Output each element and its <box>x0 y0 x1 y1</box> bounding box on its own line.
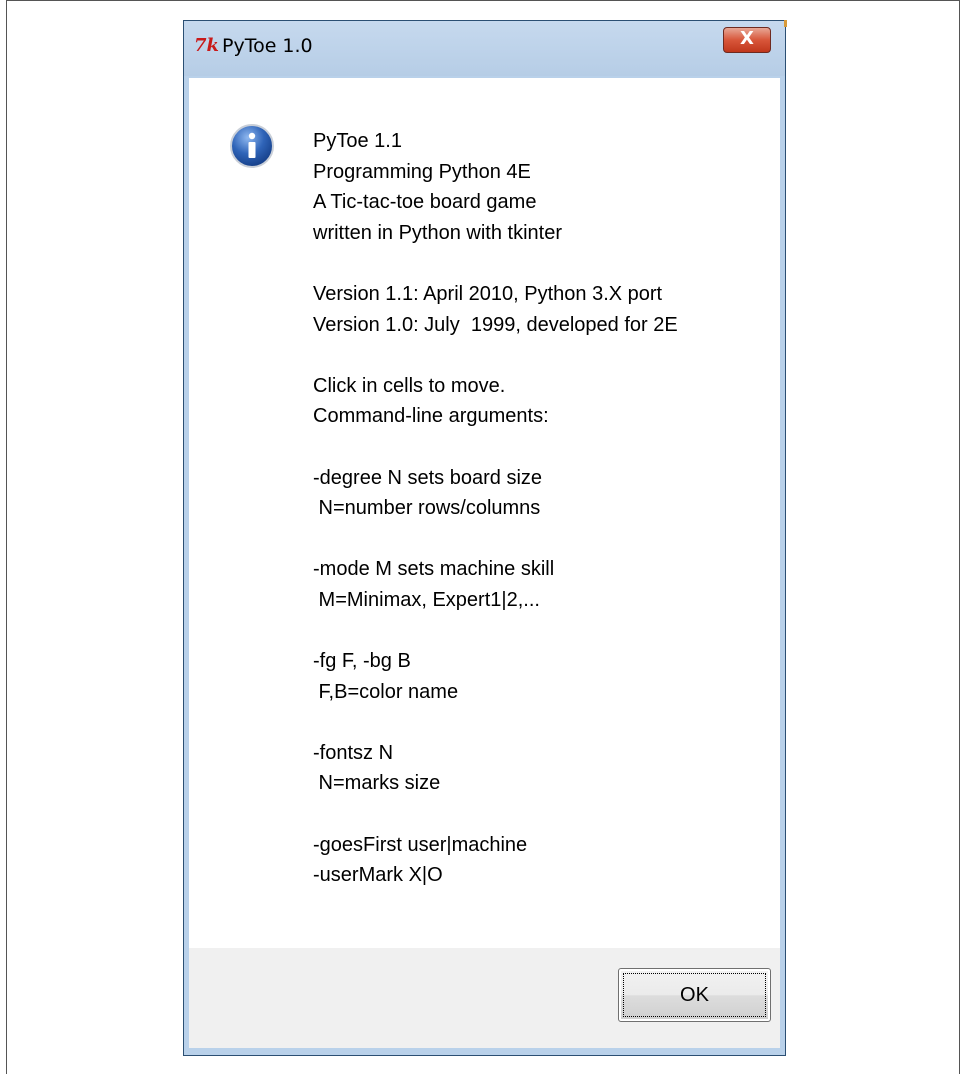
message-line: -userMark X|O <box>313 864 443 887</box>
message-line: A Tic-tac-toe board game <box>313 191 537 214</box>
message-line: M=Minimax, Expert1|2,... <box>313 588 540 611</box>
message-line: N=number rows/columns <box>313 497 541 520</box>
about-dialog: 7k PyToe 1.0 X PyToe 1.1 Programming Pyth… <box>183 20 786 1056</box>
ok-button-label: OK <box>680 984 709 1006</box>
message-text: PyToe 1.1 Programming Python 4E A Tic-tac-… <box>313 126 753 891</box>
tk-feather-icon: 7k <box>194 35 219 56</box>
message-line <box>313 432 753 463</box>
message-line: -degree N sets board size <box>313 466 543 489</box>
message-line: F,B=color name <box>313 680 459 703</box>
message-line: written in Python with tkinter <box>313 221 562 244</box>
message-line: Version 1.0: July 1999, developed for 2E <box>313 313 678 336</box>
message-line: Version 1.1: April 2010, Python 3.X port <box>313 282 663 305</box>
message-line <box>313 616 753 647</box>
message-line: Command-line arguments: <box>313 405 549 428</box>
message-line: Programming Python 4E <box>313 160 531 183</box>
close-button[interactable]: X <box>723 27 771 53</box>
message-line <box>313 707 753 738</box>
message-line <box>313 524 753 555</box>
window-title: PyToe 1.0 <box>222 35 313 57</box>
ok-button[interactable]: OK <box>618 968 771 1022</box>
button-bar: OK <box>189 948 780 1048</box>
info-icon <box>230 124 274 168</box>
title-bar[interactable]: 7k PyToe 1.0 X <box>184 21 785 76</box>
message-line: -goesFirst user|machine <box>313 833 528 856</box>
message-line: N=marks size <box>313 772 441 795</box>
message-line <box>313 799 753 830</box>
message-line: Click in cells to move. <box>313 374 506 397</box>
message-line: -fg F, -bg B <box>313 650 411 673</box>
message-line: -fontsz N <box>313 741 394 764</box>
dialog-body: PyToe 1.1 Programming Python 4E A Tic-tac-… <box>189 78 780 1048</box>
message-line: -mode M sets machine skill <box>313 558 555 581</box>
window-corner-accent <box>784 20 787 27</box>
message-line <box>313 340 753 371</box>
message-line <box>313 248 753 279</box>
message-line: PyToe 1.1 <box>313 130 402 152</box>
